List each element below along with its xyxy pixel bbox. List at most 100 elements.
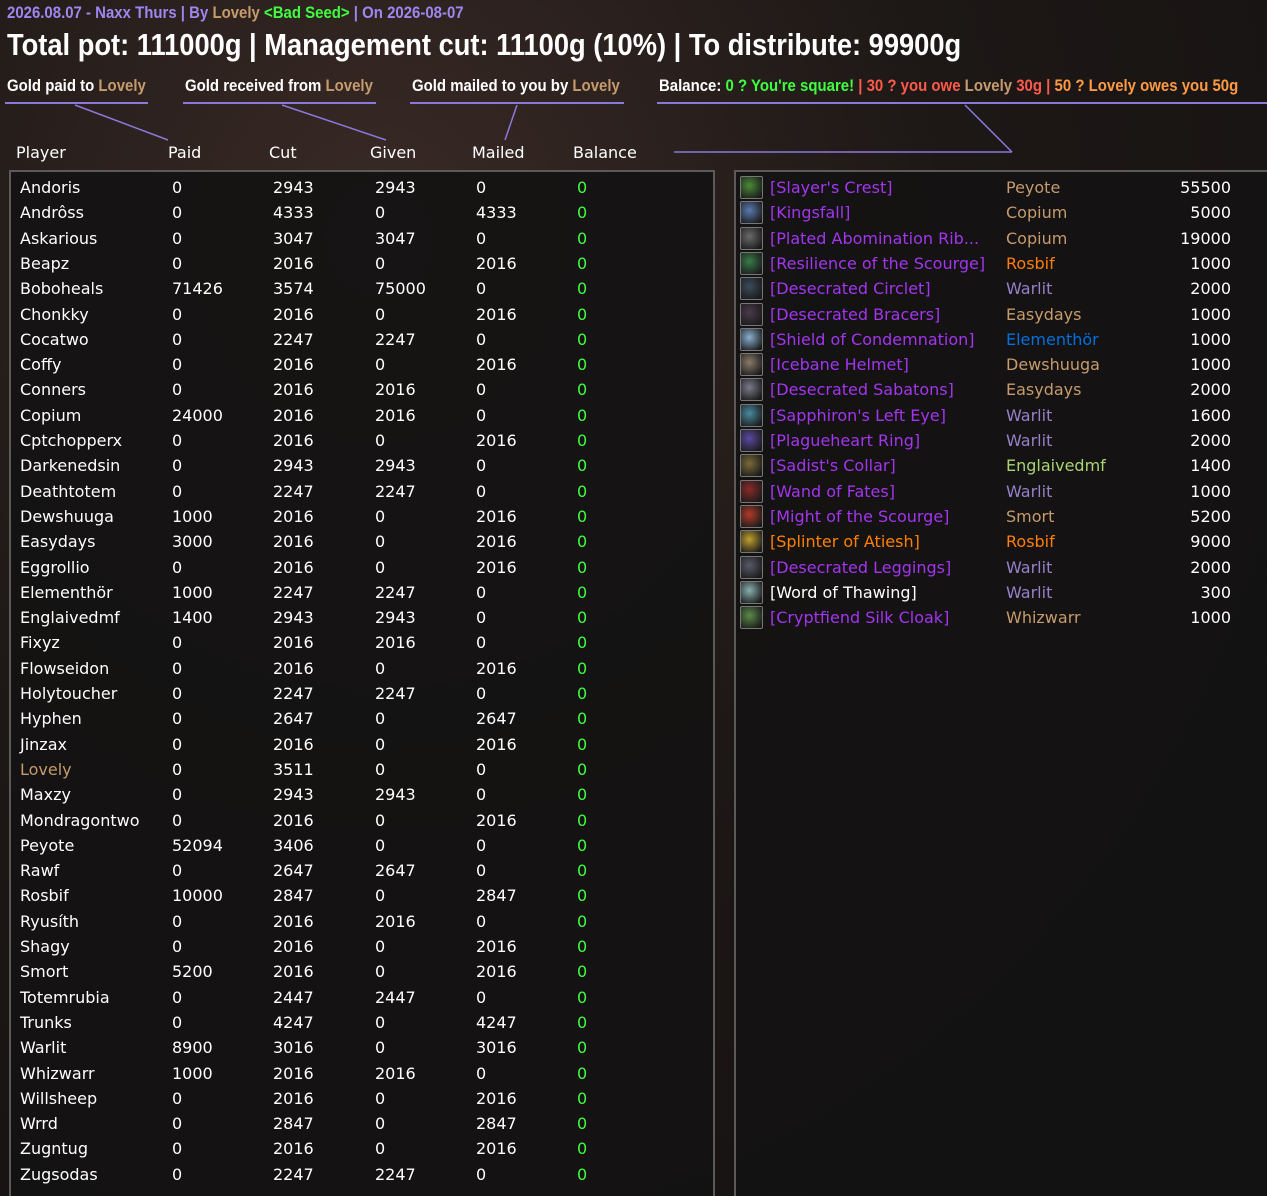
- player-row[interactable]: Whizwarr 1000 2016 2016 0 0: [11, 1061, 713, 1086]
- scroll-icon[interactable]: [740, 580, 763, 604]
- player-row[interactable]: Holytoucher 0 2247 2247 0 0: [11, 681, 713, 706]
- loot-row[interactable]: [Resilience of the Scourge] Rosbif 1000: [736, 251, 1267, 276]
- player-row[interactable]: Maxzy 0 2943 2943 0 0: [11, 782, 713, 807]
- item-link[interactable]: [Desecrated Bracers]: [770, 305, 940, 324]
- loot-row[interactable]: [Desecrated Bracers] Easydays 1000: [736, 302, 1267, 327]
- player-row[interactable]: Dewshuuga 1000 2016 0 2016 0: [11, 504, 713, 529]
- loot-row[interactable]: [Shield of Condemnation] Elementhör 1000: [736, 327, 1267, 352]
- helmet-icon[interactable]: [740, 353, 763, 377]
- item-link[interactable]: [Sadist's Collar]: [770, 456, 896, 475]
- loot-row[interactable]: [Slayer's Crest] Peyote 55500: [736, 175, 1267, 200]
- player-row[interactable]: Zugntug 0 2016 0 2016 0: [11, 1136, 713, 1161]
- player-row[interactable]: Smort 5200 2016 0 2016 0: [11, 959, 713, 984]
- bracers-icon[interactable]: [740, 302, 763, 326]
- ring-icon[interactable]: [740, 429, 763, 452]
- item-link[interactable]: [Desecrated Leggings]: [770, 558, 951, 577]
- player-row[interactable]: Trunks 0 4247 0 4247 0: [11, 1010, 713, 1035]
- crest-icon[interactable]: [740, 176, 763, 199]
- loot-row[interactable]: [Sapphiron's Left Eye] Warlit 1600: [736, 403, 1267, 428]
- item-link[interactable]: [Sapphiron's Left Eye]: [770, 406, 946, 425]
- item-link[interactable]: [Slayer's Crest]: [770, 178, 892, 197]
- helm-icon[interactable]: [740, 277, 763, 301]
- player-row[interactable]: Peyote 52094 3406 0 0 0: [11, 833, 713, 858]
- column-header-balance[interactable]: Balance: [573, 143, 637, 162]
- player-row[interactable]: Easydays 3000 2016 0 2016 0: [11, 529, 713, 554]
- player-row[interactable]: Hyphen 0 2647 0 2647 0: [11, 706, 713, 731]
- item-link[interactable]: [Shield of Condemnation]: [770, 330, 975, 349]
- player-row[interactable]: Cocatwo 0 2247 2247 0 0: [11, 327, 713, 352]
- player-row[interactable]: Totemrubia 0 2447 2447 0 0: [11, 985, 713, 1010]
- cloak-icon[interactable]: [740, 606, 763, 630]
- loot-row[interactable]: [Sadist's Collar] Englaivedmf 1400: [736, 453, 1267, 478]
- player-row[interactable]: Eggrollio 0 2016 0 2016 0: [11, 555, 713, 580]
- player-row[interactable]: Andrôss 0 4333 0 4333 0: [11, 200, 713, 225]
- loot-row[interactable]: [Might of the Scourge] Smort 5200: [736, 504, 1267, 529]
- loot-row[interactable]: [Desecrated Circlet] Warlit 2000: [736, 276, 1267, 301]
- player-row[interactable]: Coffy 0 2016 0 2016 0: [11, 352, 713, 377]
- player-row[interactable]: Askarious 0 3047 3047 0 0: [11, 226, 713, 251]
- player-row[interactable]: Conners 0 2016 2016 0 0: [11, 377, 713, 402]
- loot-row[interactable]: [Word of Thawing] Warlit 300: [736, 580, 1267, 605]
- necklace-icon[interactable]: [740, 454, 763, 478]
- player-row[interactable]: Deathtotem 0 2247 2247 0 0: [11, 479, 713, 504]
- loot-row[interactable]: [Plated Abomination Rib... Copium 19000: [736, 226, 1267, 251]
- player-row[interactable]: Jinzax 0 2016 0 2016 0: [11, 732, 713, 757]
- loot-row[interactable]: [Plagueheart Ring] Warlit 2000: [736, 428, 1267, 453]
- loot-row[interactable]: [Desecrated Sabatons] Easydays 2000: [736, 377, 1267, 402]
- player-row[interactable]: Englaivedmf 1400 2943 2943 0 0: [11, 605, 713, 630]
- item-link[interactable]: [Resilience of the Scourge]: [770, 254, 985, 273]
- player-row[interactable]: Ryusíth 0 2016 2016 0 0: [11, 909, 713, 934]
- leggings-icon[interactable]: [740, 555, 763, 579]
- loot-row[interactable]: [Splinter of Atiesh] Rosbif 9000: [736, 529, 1267, 554]
- player-row[interactable]: Chonkky 0 2016 0 2016 0: [11, 302, 713, 327]
- item-link[interactable]: [Splinter of Atiesh]: [770, 532, 920, 551]
- trinket-icon[interactable]: [740, 251, 763, 275]
- item-link[interactable]: [Word of Thawing]: [770, 583, 917, 602]
- shield-icon[interactable]: [740, 327, 763, 351]
- item-link[interactable]: [Desecrated Circlet]: [770, 279, 931, 298]
- loot-row[interactable]: [Wand of Fates] Warlit 1000: [736, 479, 1267, 504]
- loot-row[interactable]: [Icebane Helmet] Dewshuuga 1000: [736, 352, 1267, 377]
- player-row[interactable]: Shagy 0 2016 0 2016 0: [11, 934, 713, 959]
- player-row[interactable]: Darkenedsin 0 2943 2943 0 0: [11, 453, 713, 478]
- dagger-icon[interactable]: [740, 201, 763, 225]
- column-header-cut[interactable]: Cut: [269, 143, 297, 162]
- player-row[interactable]: Beapz 0 2016 0 2016 0: [11, 251, 713, 276]
- column-header-mailed[interactable]: Mailed: [472, 143, 525, 162]
- item-link[interactable]: [Wand of Fates]: [770, 482, 895, 501]
- column-header-paid[interactable]: Paid: [168, 143, 201, 162]
- player-row[interactable]: Copium 24000 2016 2016 0 0: [11, 403, 713, 428]
- loot-row[interactable]: [Kingsfall] Copium 5000: [736, 200, 1267, 225]
- boots-icon[interactable]: [740, 378, 763, 402]
- item-link[interactable]: [Cryptfiend Silk Cloak]: [770, 608, 949, 627]
- player-row[interactable]: Boboheals 71426 3574 75000 0 0: [11, 276, 713, 301]
- player-row[interactable]: Zugsodas 0 2247 2247 0 0: [11, 1162, 713, 1187]
- loot-row[interactable]: [Desecrated Leggings] Warlit 2000: [736, 555, 1267, 580]
- item-link[interactable]: [Kingsfall]: [770, 203, 850, 222]
- eye-icon[interactable]: [740, 403, 763, 427]
- player-row[interactable]: Willsheep 0 2016 0 2016 0: [11, 1086, 713, 1111]
- player-row[interactable]: Rosbif 10000 2847 0 2847 0: [11, 883, 713, 908]
- chest-armor-icon[interactable]: [740, 226, 763, 250]
- player-row[interactable]: Mondragontwo 0 2016 0 2016 0: [11, 808, 713, 833]
- item-link[interactable]: [Icebane Helmet]: [770, 355, 909, 374]
- player-row[interactable]: Warlit 8900 3016 0 3016 0: [11, 1035, 713, 1060]
- shoulder-icon[interactable]: [740, 504, 763, 528]
- wand-icon[interactable]: [740, 479, 763, 503]
- loot-row[interactable]: [Cryptfiend Silk Cloak] Whizwarr 1000: [736, 605, 1267, 630]
- player-row[interactable]: Fixyz 0 2016 2016 0 0: [11, 630, 713, 655]
- column-header-player[interactable]: Player: [16, 143, 66, 162]
- player-row[interactable]: Andoris 0 2943 2943 0 0: [11, 175, 713, 200]
- item-link[interactable]: [Desecrated Sabatons]: [770, 380, 954, 399]
- splinter-icon[interactable]: [740, 530, 763, 554]
- item-link[interactable]: [Plated Abomination Rib...: [770, 229, 979, 248]
- player-row[interactable]: Rawf 0 2647 2647 0 0: [11, 858, 713, 883]
- column-header-given[interactable]: Given: [370, 143, 416, 162]
- player-row[interactable]: Flowseidon 0 2016 0 2016 0: [11, 656, 713, 681]
- item-link[interactable]: [Might of the Scourge]: [770, 507, 949, 526]
- player-row[interactable]: Lovely 0 3511 0 0 0: [11, 757, 713, 782]
- item-link[interactable]: [Plagueheart Ring]: [770, 431, 920, 450]
- player-row[interactable]: Wrrd 0 2847 0 2847 0: [11, 1111, 713, 1136]
- player-row[interactable]: Cptchopperx 0 2016 0 2016 0: [11, 428, 713, 453]
- player-row[interactable]: Elementhör 1000 2247 2247 0 0: [11, 580, 713, 605]
